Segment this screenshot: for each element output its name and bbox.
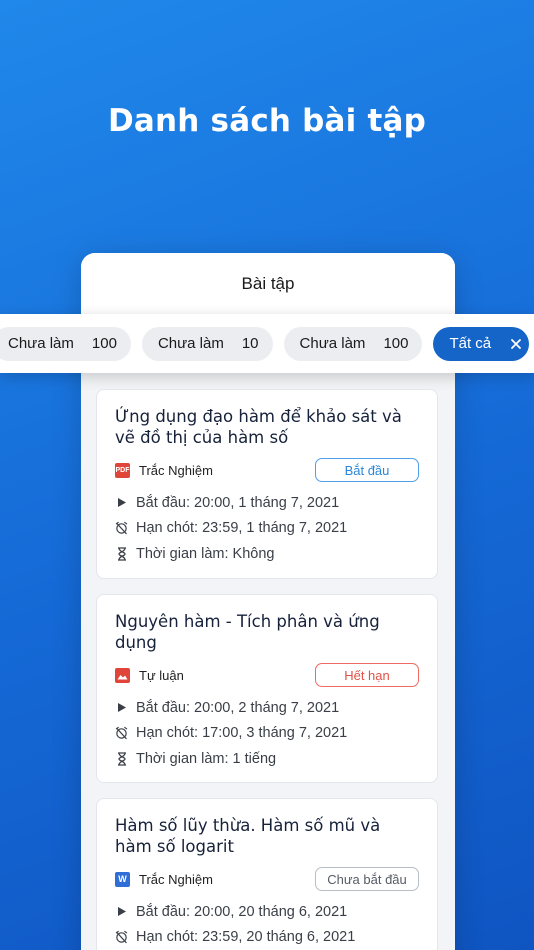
- filter-chip-count: 100: [383, 335, 409, 352]
- filter-chip-count: 10: [241, 335, 259, 352]
- deadline-row: Hạn chót: 23:59, 1 tháng 7, 2021: [115, 520, 419, 538]
- deadline: Hạn chót: 17:00, 3 tháng 7, 2021: [136, 725, 348, 742]
- filter-bar: Chưa làm 100 Chưa làm 10 Chưa làm 100 Tấ…: [0, 314, 534, 373]
- assignment-title: Nguyên hàm - Tích phân và ứng dụng: [115, 612, 380, 652]
- start-time-row: Bắt đầu: 20:00, 20 tháng 6, 2021: [115, 903, 419, 921]
- hourglass-icon: [115, 547, 128, 561]
- page-title: Bài tập: [241, 274, 295, 293]
- start-time-row: Bắt đầu: 20:00, 1 tháng 7, 2021: [115, 494, 419, 512]
- filter-chip-not-done-2[interactable]: Chưa làm 10: [141, 326, 273, 361]
- hero-title: Danh sách bài tập: [107, 103, 427, 139]
- alarm-off-icon: [115, 521, 128, 535]
- play-icon: [115, 496, 128, 510]
- filter-chip-count: 100: [91, 335, 117, 352]
- play-icon: [115, 701, 128, 715]
- close-icon[interactable]: [509, 337, 523, 351]
- play-icon: [115, 905, 128, 919]
- duration-row: Thời gian làm: 1 tiếng: [115, 750, 419, 768]
- assignment-type: Trắc Nghiệm: [139, 462, 213, 478]
- duration-row: Thời gian làm: Không: [115, 545, 419, 563]
- word-icon: W: [115, 871, 130, 887]
- duration: Thời gian làm: 1 tiếng: [136, 750, 277, 767]
- assignment-card[interactable]: Ứng dụng đạo hàm để khảo sát và vẽ đồ th…: [96, 389, 438, 579]
- status-badge-not-started: Chưa bắt đầu: [315, 867, 419, 891]
- start-time: Bắt đầu: 20:00, 20 tháng 6, 2021: [136, 903, 348, 920]
- hourglass-icon: [115, 752, 128, 766]
- start-button[interactable]: Bắt đầu: [315, 458, 419, 482]
- status-badge-expired: Hết hạn: [315, 663, 419, 687]
- alarm-off-icon: [115, 930, 128, 944]
- duration: Thời gian làm: Không: [136, 545, 275, 562]
- deadline: Hạn chót: 23:59, 20 tháng 6, 2021: [136, 929, 356, 946]
- pdf-icon: PDF: [115, 462, 130, 478]
- assignment-type: Tự luận: [139, 667, 184, 683]
- start-time: Bắt đầu: 20:00, 1 tháng 7, 2021: [136, 494, 340, 511]
- start-time-row: Bắt đầu: 20:00, 2 tháng 7, 2021: [115, 699, 419, 717]
- assignment-title: Ứng dụng đạo hàm để khảo sát và vẽ đồ th…: [115, 407, 402, 447]
- filter-chip-label: Chưa làm: [299, 335, 366, 352]
- assignment-title: Hàm số lũy thừa. Hàm số mũ và hàm số log…: [115, 816, 381, 856]
- page-header: Bài tập: [81, 253, 455, 315]
- deadline-row: Hạn chót: 17:00, 3 tháng 7, 2021: [115, 725, 419, 743]
- image-icon: [115, 667, 130, 683]
- filter-chip-label: Chưa làm: [8, 335, 74, 352]
- deadline-row: Hạn chót: 23:59, 20 tháng 6, 2021: [115, 929, 419, 947]
- filter-chip-not-done-1[interactable]: Chưa làm 100: [0, 326, 131, 361]
- start-time: Bắt đầu: 20:00, 2 tháng 7, 2021: [136, 699, 340, 716]
- alarm-off-icon: [115, 726, 128, 740]
- filter-chip-label: Chưa làm: [157, 335, 224, 352]
- assignment-card[interactable]: Hàm số lũy thừa. Hàm số mũ và hàm số log…: [96, 798, 438, 950]
- deadline: Hạn chót: 23:59, 1 tháng 7, 2021: [136, 520, 348, 537]
- assignment-type: Trắc Nghiệm: [139, 871, 213, 887]
- assignment-card[interactable]: Nguyên hàm - Tích phân và ứng dụng Tự lu…: [96, 594, 438, 783]
- filter-chip-label: Tất cả: [449, 335, 492, 352]
- filter-chip-all[interactable]: Tất cả: [433, 326, 530, 361]
- filter-chip-not-done-3[interactable]: Chưa làm 100: [283, 326, 423, 361]
